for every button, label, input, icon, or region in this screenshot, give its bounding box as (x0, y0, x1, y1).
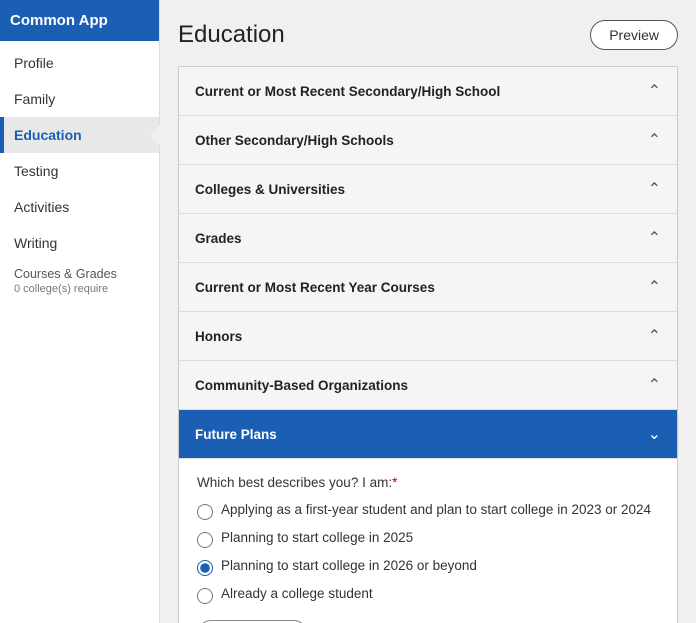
sidebar-item-writing[interactable]: Writing (0, 225, 159, 261)
chevron-icon: ⌃ (648, 179, 661, 199)
sidebar: Common App Profile Family Education Test… (0, 0, 160, 623)
required-marker: * (392, 475, 397, 490)
accordion-container: Current or Most Recent Secondary/High Sc… (178, 66, 678, 623)
sidebar-item-testing[interactable]: Testing (0, 153, 159, 189)
radio-input-2[interactable] (197, 532, 213, 548)
sidebar-item-family[interactable]: Family (0, 81, 159, 117)
sidebar-item-profile[interactable]: Profile (0, 45, 159, 81)
future-plans-content: Which best describes you? I am:* Applyin… (179, 459, 677, 623)
radio-option-1[interactable]: Applying as a first-year student and pla… (197, 502, 659, 520)
sidebar-item-courses-grades[interactable]: Courses & Grades (0, 261, 159, 283)
accordion-grades[interactable]: Grades ⌃ (179, 214, 677, 263)
chevron-icon: ⌃ (648, 375, 661, 395)
accordion-future-plans[interactable]: Future Plans ⌄ (179, 410, 677, 459)
radio-input-1[interactable] (197, 504, 213, 520)
sidebar-nav: Profile Family Education Testing Activit… (0, 41, 159, 303)
accordion-courses[interactable]: Current or Most Recent Year Courses ⌃ (179, 263, 677, 312)
radio-option-3[interactable]: Planning to start college in 2026 or bey… (197, 558, 659, 576)
sidebar-item-activities[interactable]: Activities (0, 189, 159, 225)
chevron-down-icon: ⌄ (648, 424, 661, 444)
page-title: Education (178, 21, 285, 49)
accordion-honors[interactable]: Honors ⌃ (179, 312, 677, 361)
chevron-icon: ⌃ (648, 228, 661, 248)
radio-input-3[interactable] (197, 560, 213, 576)
radio-input-4[interactable] (197, 588, 213, 604)
question-label: Which best describes you? I am:* (197, 475, 659, 490)
app-name: Common App (0, 0, 159, 41)
chevron-icon: ⌃ (648, 277, 661, 297)
radio-option-4[interactable]: Already a college student (197, 586, 659, 604)
accordion-community[interactable]: Community-Based Organizations ⌃ (179, 361, 677, 410)
radio-option-2[interactable]: Planning to start college in 2025 (197, 530, 659, 548)
accordion-colleges[interactable]: Colleges & Universities ⌃ (179, 165, 677, 214)
sidebar-courses-note: 0 college(s) require (0, 283, 159, 303)
chevron-icon: ⌃ (648, 326, 661, 346)
accordion-other-schools[interactable]: Other Secondary/High Schools ⌃ (179, 116, 677, 165)
main-header: Education Preview (178, 20, 678, 50)
preview-button[interactable]: Preview (590, 20, 678, 50)
main-content: Education Preview Current or Most Recent… (160, 0, 696, 623)
sidebar-item-education[interactable]: Education (0, 117, 159, 153)
chevron-icon: ⌃ (648, 130, 661, 150)
accordion-current-school[interactable]: Current or Most Recent Secondary/High Sc… (179, 67, 677, 116)
chevron-icon: ⌃ (648, 81, 661, 101)
